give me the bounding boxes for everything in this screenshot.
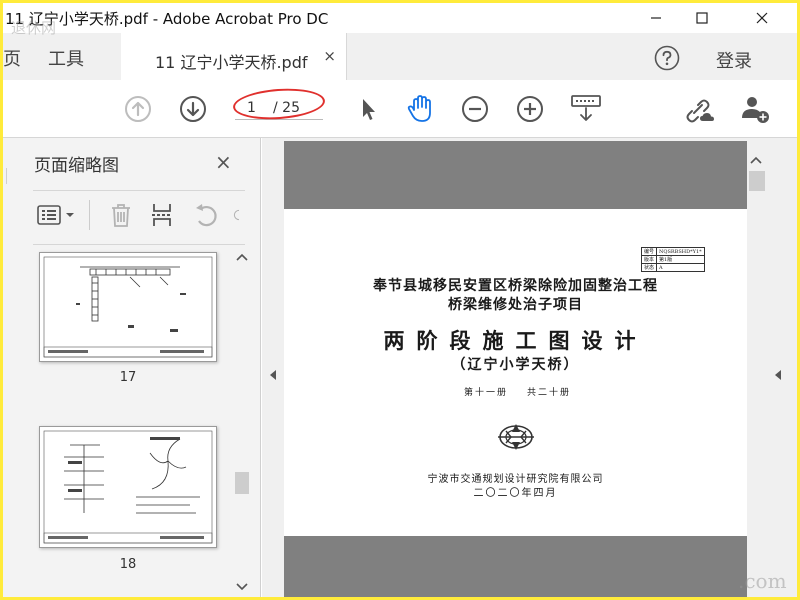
watermark-top-left: 退休网 xyxy=(11,19,57,37)
close-window-button[interactable] xyxy=(739,3,785,33)
zoom-in-button[interactable] xyxy=(515,94,545,124)
tab-document-label: 11 辽宁小学天桥.pdf xyxy=(155,53,308,72)
divider xyxy=(33,190,245,191)
close-icon xyxy=(756,12,768,24)
help-button[interactable] xyxy=(654,45,680,75)
document-scrollbar[interactable] xyxy=(747,141,765,597)
info-value: 第1版 xyxy=(656,255,705,264)
tab-home[interactable]: 页 xyxy=(3,45,21,71)
tab-tools[interactable]: 工具 xyxy=(48,45,84,71)
hand-icon xyxy=(407,95,431,122)
chevron-up-icon xyxy=(750,156,762,164)
extract-page-button[interactable] xyxy=(149,200,175,230)
options-menu-icon xyxy=(37,205,74,225)
toolbar: 1 / 25 xyxy=(3,80,797,138)
volume-number: 第十一册 xyxy=(464,388,509,398)
previous-page-button[interactable] xyxy=(123,94,153,124)
info-table: 编号 NQSRBSHD*Y1* 版本 第1版 状态 A xyxy=(640,247,705,272)
rotate-ccw-icon xyxy=(196,204,217,227)
delete-page-button[interactable] xyxy=(108,200,134,230)
panel-title: 页面缩略图 xyxy=(34,156,119,176)
share-link-button[interactable] xyxy=(683,94,717,124)
zoom-out-button[interactable] xyxy=(460,94,490,124)
thumbnail-page-17[interactable] xyxy=(39,252,217,362)
rotate-page-button[interactable] xyxy=(193,200,219,230)
info-value: NQSRBSHD*Y1* xyxy=(656,247,705,256)
page-thumbnail-drawing xyxy=(43,430,213,544)
thumbnail-scrollbar[interactable] xyxy=(233,248,249,597)
zoom-in-icon xyxy=(517,96,543,122)
page-content: 编号 NQSRBSHD*Y1* 版本 第1版 状态 A 奉节县城移民安置区桥梁除险加固… xyxy=(284,209,747,536)
thumbnail-panel: 页面缩略图 × 17 18 xyxy=(3,138,261,597)
select-arrow-icon xyxy=(363,99,375,120)
add-user-icon xyxy=(742,97,769,123)
keyboard-scroll-icon xyxy=(571,95,601,121)
rotate-cw-icon xyxy=(233,209,240,221)
title-bar: 11 辽宁小学天桥.pdf - Adobe Acrobat Pro DC xyxy=(3,3,797,33)
rotate-cw-button[interactable] xyxy=(233,200,245,230)
minimize-icon xyxy=(651,17,661,19)
thumbnail-options-button[interactable] xyxy=(36,200,76,230)
panel-close-button[interactable]: × xyxy=(215,150,232,174)
info-label: 版本 xyxy=(640,255,658,264)
subtitle: （辽宁小学天桥） xyxy=(451,357,580,373)
login-button[interactable]: 登录 xyxy=(716,47,752,73)
scrollbar-thumb[interactable] xyxy=(235,472,249,494)
trash-icon xyxy=(112,204,130,227)
page-down-icon xyxy=(180,96,206,122)
chevron-down-icon xyxy=(236,583,248,591)
triangle-left-icon xyxy=(270,370,276,380)
add-user-button[interactable] xyxy=(739,94,773,124)
organization-name: 宁波市交通规划设计研究院有限公司 xyxy=(427,474,604,485)
next-page-button[interactable] xyxy=(178,94,208,124)
info-value: A xyxy=(656,263,705,272)
document-view: 编号 NQSRBSHD*Y1* 版本 第1版 状态 A 奉节县城移民安置区桥梁除险加固… xyxy=(262,138,797,597)
page-up-icon xyxy=(125,96,151,122)
hand-tool-button[interactable] xyxy=(405,94,435,124)
volume-total: 共二十册 xyxy=(527,388,572,398)
thumbnail-number-18: 18 xyxy=(119,557,137,572)
thumbnail-page-18[interactable] xyxy=(39,426,217,548)
share-link-icon xyxy=(686,99,714,123)
maximize-button[interactable] xyxy=(679,3,725,33)
expand-right-pane-button[interactable] xyxy=(774,366,782,385)
chevron-up-icon xyxy=(236,253,248,261)
main-title: 两阶段施工图设计 xyxy=(383,328,648,353)
zoom-out-icon xyxy=(462,96,488,122)
split-page-icon xyxy=(152,204,171,226)
app-window: 11 辽宁小学天桥.pdf - Adobe Acrobat Pro DC 页 工… xyxy=(3,3,797,597)
page-thumbnail-drawing xyxy=(43,256,213,358)
minimize-button[interactable] xyxy=(633,3,679,33)
triangle-left-icon xyxy=(775,370,781,380)
help-icon xyxy=(654,45,680,71)
maximize-icon xyxy=(696,12,708,24)
thumbnail-number-17: 17 xyxy=(119,370,137,385)
company-logo xyxy=(497,422,535,456)
logo-emblem-icon xyxy=(498,424,534,450)
tab-document[interactable]: 11 辽宁小学天桥.pdf × xyxy=(121,33,347,80)
pdf-page: 编号 NQSRBSHD*Y1* 版本 第1版 状态 A 奉节县城移民安置区桥梁除险加固… xyxy=(284,141,747,597)
thumbnail-list: 17 18 xyxy=(33,248,233,597)
info-label: 编号 xyxy=(640,247,658,256)
divider xyxy=(33,244,245,245)
scrollbar-thumb[interactable] xyxy=(749,171,765,191)
info-label: 状态 xyxy=(640,263,658,272)
divider xyxy=(89,200,90,230)
tab-close-button[interactable]: × xyxy=(323,47,336,65)
panel-edge xyxy=(6,168,16,184)
tab-bar: 页 工具 11 辽宁小学天桥.pdf × 登录 xyxy=(3,33,797,80)
project-title-line1: 奉节县城移民安置区桥梁除险加固整治工程 xyxy=(373,278,658,294)
watermark-bottom-right: .com xyxy=(738,569,787,593)
select-tool-button[interactable] xyxy=(353,94,383,124)
scroll-mode-button[interactable] xyxy=(569,94,603,124)
document-date: 二〇二〇年四月 xyxy=(473,488,558,499)
project-title-line2: 桥梁维修处治子项目 xyxy=(448,297,583,313)
collapse-left-pane-button[interactable] xyxy=(269,366,277,385)
